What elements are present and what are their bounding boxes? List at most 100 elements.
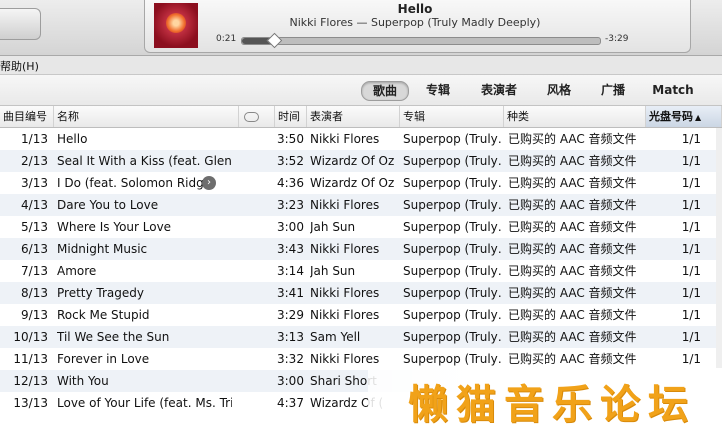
cell-artist: Wizardz Of Oz xyxy=(310,176,395,190)
table-header: 曲目编号 名称 时间 表演者 专辑 种类 光盘号码 ▲ xyxy=(0,106,722,128)
cell-track: 1/13 xyxy=(21,132,48,146)
cloud-icon xyxy=(244,112,259,122)
cell-time: 3:29 xyxy=(277,308,304,322)
cell-album: Superpop (Truly… xyxy=(403,264,501,278)
cell-track: 8/13 xyxy=(21,286,48,300)
cell-name: Love of Your Life (feat. Ms. Triniti) xyxy=(57,396,232,410)
cell-disc: 1/1 xyxy=(681,220,701,234)
cell-kind: 已购买的 AAC 音频文件 xyxy=(508,154,637,168)
table-row[interactable]: 5/13 Where Is Your Love 3:00 Jah Sun Superpo… xyxy=(0,216,722,238)
cell-disc: 1/1 xyxy=(681,242,701,256)
cell-time: 3:50 xyxy=(277,132,304,146)
cell-track: 12/13 xyxy=(13,374,48,388)
cell-album: Superpop (Truly… xyxy=(403,286,501,300)
cell-kind: 已购买的 AAC 音频文件 xyxy=(508,308,637,322)
cell-track: 2/13 xyxy=(21,154,48,168)
cell-disc: 1/1 xyxy=(681,352,701,366)
sort-ascending-icon: ▲ xyxy=(695,113,702,122)
arrow-right-icon[interactable]: › xyxy=(202,176,216,190)
cell-disc: 1/1 xyxy=(681,176,701,190)
cell-time: 3:41 xyxy=(277,286,304,300)
cell-track: 13/13 xyxy=(13,396,48,410)
remaining-time: -3:29 xyxy=(605,34,629,44)
cell-artist: Wizardz Of Oz xyxy=(310,154,395,168)
cell-time: 3:13 xyxy=(277,330,304,344)
cell-name: Hello xyxy=(57,132,88,146)
col-album[interactable]: 专辑 xyxy=(400,106,504,127)
col-kind[interactable]: 种类 xyxy=(504,106,646,127)
cell-artist: Nikki Flores xyxy=(310,286,380,300)
table-row[interactable]: 4/13 Dare You to Love 3:23 Nikki Flores Supe… xyxy=(0,194,722,216)
cell-album: Superpop (Truly… xyxy=(403,176,501,190)
menu-bar: 帮助(H) xyxy=(0,56,722,75)
cell-name: Where Is Your Love xyxy=(57,220,172,234)
elapsed-time: 0:21 xyxy=(216,34,237,44)
cell-track: 7/13 xyxy=(21,264,48,278)
tab-albums[interactable]: 专辑 xyxy=(417,81,459,99)
cell-time: 4:36 xyxy=(277,176,304,190)
col-disc-number[interactable]: 光盘号码 ▲ xyxy=(646,106,722,127)
progress-bar[interactable] xyxy=(241,32,601,49)
cell-artist: Nikki Flores xyxy=(310,308,380,322)
table-row[interactable]: 7/13 Amore 3:14 Jah Sun Superpop (Truly… 已购买的… xyxy=(0,260,722,282)
cell-album: Superpop (Truly… xyxy=(403,154,501,168)
album-artwork[interactable] xyxy=(154,3,198,48)
cell-name: Seal It With a Kiss (feat. Glenna… xyxy=(57,154,232,168)
now-playing-display: Hello Nikki Flores — Superpop (Truly Mad… xyxy=(144,0,691,53)
col-cloud[interactable] xyxy=(239,106,275,127)
tab-songs[interactable]: 歌曲 xyxy=(361,81,409,101)
cell-track: 6/13 xyxy=(21,242,48,256)
cell-track: 11/13 xyxy=(13,352,48,366)
table-row[interactable]: 1/13 Hello 3:50 Nikki Flores Superpop (Truly… xyxy=(0,128,722,150)
tab-artists[interactable]: 表演者 xyxy=(472,81,526,99)
cell-kind: 已购买的 AAC 音频文件 xyxy=(508,264,637,278)
cell-album: Superpop (Truly… xyxy=(403,242,501,256)
table-row[interactable]: 11/13 Forever in Love 3:32 Nikki Flores Supe… xyxy=(0,348,722,370)
cell-time: 3:00 xyxy=(277,374,304,388)
table-row[interactable]: 6/13 Midnight Music 3:43 Nikki Flores Superp… xyxy=(0,238,722,260)
cell-track: 9/13 xyxy=(21,308,48,322)
cell-name: Forever in Love xyxy=(57,352,150,366)
col-time[interactable]: 时间 xyxy=(275,106,307,127)
player-bar: Hello Nikki Flores — Superpop (Truly Mad… xyxy=(0,0,722,56)
cell-name: Amore xyxy=(57,264,97,278)
cell-disc: 1/1 xyxy=(681,308,701,322)
cell-artist: Nikki Flores xyxy=(310,352,380,366)
cell-name: Dare You to Love xyxy=(57,198,159,212)
table-row[interactable]: 9/13 Rock Me Stupid 3:29 Nikki Flores Superp… xyxy=(0,304,722,326)
tab-genres[interactable]: 风格 xyxy=(538,81,580,99)
col-name[interactable]: 名称 xyxy=(54,106,239,127)
cell-kind: 已购买的 AAC 音频文件 xyxy=(508,198,637,212)
cell-album: Superpop (Truly… xyxy=(403,198,501,212)
cell-time: 3:00 xyxy=(277,220,304,234)
tab-radio[interactable]: 广播 xyxy=(592,81,634,99)
cell-artist: Jah Sun xyxy=(310,220,356,234)
table-row[interactable]: 8/13 Pretty Tragedy 3:41 Nikki Flores Superp… xyxy=(0,282,722,304)
cell-track: 5/13 xyxy=(21,220,48,234)
table-row[interactable]: 10/13 Til We See the Sun 3:13 Sam Yell Super… xyxy=(0,326,722,348)
cell-name: With You xyxy=(57,374,109,388)
col-track-number[interactable]: 曲目编号 xyxy=(0,106,54,127)
cell-disc: 1/1 xyxy=(681,330,701,344)
cell-artist: Sam Yell xyxy=(310,330,361,344)
cell-name: Til We See the Sun xyxy=(57,330,170,344)
col-artist[interactable]: 表演者 xyxy=(307,106,400,127)
cell-artist: Jah Sun xyxy=(310,264,356,278)
cell-time: 4:37 xyxy=(277,396,304,410)
cell-time: 3:23 xyxy=(277,198,304,212)
menu-help[interactable]: 帮助(H) xyxy=(0,58,39,74)
cell-name: Pretty Tragedy xyxy=(57,286,144,300)
cell-disc: 1/1 xyxy=(681,264,701,278)
cell-kind: 已购买的 AAC 音频文件 xyxy=(508,330,637,344)
playback-controls-stub[interactable] xyxy=(0,8,41,40)
table-row[interactable]: 2/13 Seal It With a Kiss (feat. Glenna… 3:… xyxy=(0,150,722,172)
cell-artist: Nikki Flores xyxy=(310,132,380,146)
progress-knob[interactable] xyxy=(266,32,283,49)
tab-match[interactable]: Match xyxy=(648,81,698,99)
cell-album: Superpop (Truly… xyxy=(403,132,501,146)
watermark-text: 懒猫音乐论坛 xyxy=(408,381,696,428)
cell-album: Superpop (Truly… xyxy=(403,330,501,344)
view-tabs: 歌曲 专辑 表演者 风格 广播 Match xyxy=(0,75,722,106)
table-row[interactable]: 3/13 I Do (feat. Solomon Ridge) 4:36 Wizard… xyxy=(0,172,722,194)
cell-album: Superpop (Truly… xyxy=(403,220,501,234)
